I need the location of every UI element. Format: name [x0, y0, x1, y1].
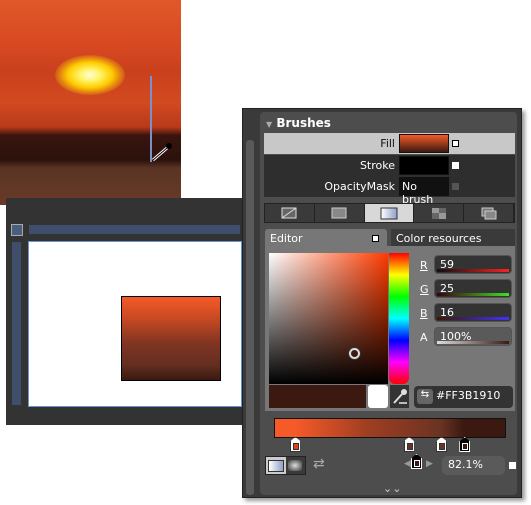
solid-color-tab[interactable]	[314, 204, 365, 222]
linear-gradient-icon	[267, 459, 284, 472]
eyedropper-cursor-icon	[152, 143, 172, 162]
reverse-gradient-icon[interactable]: ⇄	[313, 456, 325, 472]
a-label: A	[420, 331, 428, 344]
tile-brush-tab[interactable]	[414, 204, 465, 222]
gradient-stop-color	[439, 443, 446, 450]
fill-advanced-options[interactable]	[452, 140, 459, 147]
g-label: G	[420, 283, 429, 296]
hex-value: #FF3B1910	[436, 389, 501, 402]
fill-label: Fill	[380, 137, 395, 150]
gradient-stop-color	[292, 443, 299, 450]
gradient-tab[interactable]	[364, 204, 415, 222]
brushes-title: Brushes	[276, 116, 331, 130]
gradient-type-toggle	[265, 456, 306, 475]
vertical-ruler	[12, 242, 21, 405]
solid-color-brush-icon	[331, 207, 347, 219]
opacitymask-swatch[interactable]: No brush	[399, 177, 449, 206]
saturation-value-picker[interactable]	[269, 253, 388, 384]
gradient-rectangle[interactable]	[121, 296, 221, 381]
stroke-label: Stroke	[359, 159, 395, 172]
brushes-header[interactable]: ▼ Brushes	[266, 116, 331, 130]
panel-scrollbar[interactable]	[246, 140, 254, 495]
gradient-stop-offset-input[interactable]: 82.1%	[442, 456, 505, 475]
linear-gradient-button[interactable]	[266, 457, 286, 474]
horizontal-ruler	[29, 225, 240, 234]
tile-brush-icon	[431, 207, 446, 219]
g-slider[interactable]	[437, 293, 509, 296]
opacitymask-label: OpacityMask	[324, 180, 395, 193]
grid-toggle-icon[interactable]	[11, 224, 23, 236]
sunset-photo	[0, 0, 181, 205]
brush-resources-tab[interactable]	[464, 204, 514, 222]
no-brush-tab[interactable]	[265, 204, 315, 222]
stroke-advanced-options[interactable]	[452, 162, 459, 169]
editor-tab-label: Editor	[270, 232, 303, 245]
tab-editor[interactable]: Editor	[265, 229, 387, 247]
brush-row-opacitymask[interactable]: OpacityMask No brush	[264, 176, 515, 206]
next-stop-arrow[interactable]: ▶	[426, 459, 433, 469]
expand-chevron-icon[interactable]: ⌄⌄	[383, 482, 401, 495]
brush-row-stroke[interactable]: Stroke	[264, 155, 515, 176]
previous-stop-arrow[interactable]: ◀	[404, 459, 411, 469]
brush-resources-icon	[481, 207, 497, 219]
g-input[interactable]: 25	[434, 279, 512, 298]
editor-options-square[interactable]	[372, 235, 379, 242]
brush-row-fill[interactable]: Fill	[264, 133, 515, 154]
a-input[interactable]: 100%	[434, 327, 512, 346]
eyedropper-icon	[393, 389, 407, 404]
no-brush-icon	[281, 207, 297, 219]
b-slider[interactable]	[437, 317, 509, 320]
b-input[interactable]: 16	[434, 303, 512, 322]
offset-options-square[interactable]	[509, 462, 516, 469]
hue-slider[interactable]	[389, 253, 409, 384]
last-color-swatch[interactable]	[368, 385, 388, 408]
brush-type-tabs	[264, 203, 515, 223]
radial-gradient-button[interactable]	[285, 457, 305, 474]
r-label: R	[420, 259, 428, 272]
r-input[interactable]: 59	[434, 255, 512, 274]
gradient-stop-color	[462, 443, 469, 450]
gradient-stop-color	[406, 443, 413, 450]
radial-gradient-icon	[288, 460, 303, 471]
eyedropper-button[interactable]	[390, 385, 409, 408]
a-slider[interactable]	[437, 341, 509, 344]
color-picker-handle[interactable]	[349, 348, 360, 359]
opacitymask-advanced-options[interactable]	[452, 183, 459, 190]
gradient-bar[interactable]	[274, 418, 506, 438]
current-color-preview	[269, 385, 366, 408]
color-mode-swap-icon[interactable]: ⇆	[417, 389, 433, 404]
stroke-swatch[interactable]	[399, 156, 449, 175]
tab-color-resources[interactable]: Color resources	[391, 229, 515, 247]
fill-swatch[interactable]	[399, 134, 449, 153]
b-label: B	[420, 307, 428, 320]
hex-input[interactable]: ⇆ #FF3B1910	[414, 386, 513, 408]
collapse-triangle-icon: ▼	[266, 120, 273, 129]
gradient-brush-icon	[380, 207, 398, 219]
r-slider[interactable]	[437, 269, 509, 272]
sun	[55, 55, 125, 95]
